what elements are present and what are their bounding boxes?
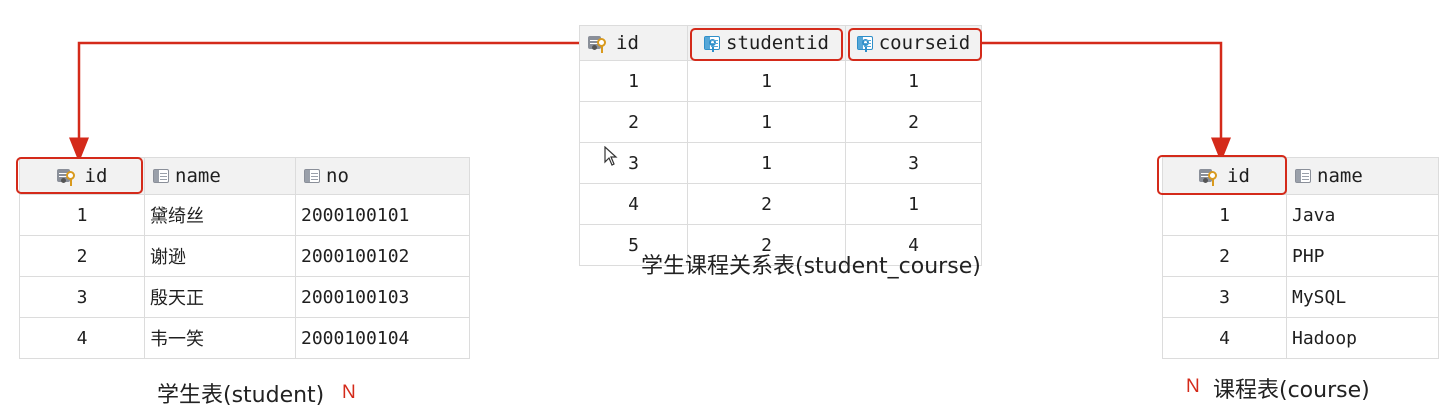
column-icon [1295, 169, 1311, 183]
table-row[interactable]: 3 殷天正 2000100103 [19, 276, 470, 318]
cell: 4 [19, 317, 145, 359]
col-header-name[interactable]: name [1286, 157, 1439, 195]
table-row[interactable]: 3 MySQL [1162, 276, 1439, 318]
cell: 2000100104 [295, 317, 470, 359]
table-row[interactable]: 421 [579, 183, 982, 225]
cell: 1 [579, 60, 688, 102]
highlight-course-id [1157, 155, 1287, 195]
cell: PHP [1286, 235, 1439, 277]
student-course-table: id studentid courseid 111 212 313 421 52… [579, 25, 982, 266]
table-row[interactable]: 1 黛绮丝 2000100101 [19, 194, 470, 236]
cell: 1 [19, 194, 145, 236]
table-row[interactable]: 4 Hadoop [1162, 317, 1439, 359]
cell: 1 [845, 183, 982, 225]
cell: 3 [1162, 276, 1287, 318]
col-header-no[interactable]: no [295, 157, 470, 195]
cell: Hadoop [1286, 317, 1439, 359]
col-header-name[interactable]: name [144, 157, 296, 195]
cell: 2 [19, 235, 145, 277]
cell: 1 [687, 142, 846, 184]
cell: 2 [579, 101, 688, 143]
table-row[interactable]: 1 Java [1162, 194, 1439, 236]
cell: 谢逊 [144, 235, 296, 277]
cell: 1 [845, 60, 982, 102]
course-cardinality: N [1186, 376, 1200, 397]
student-cardinality: N [342, 382, 356, 403]
cell: 2 [1162, 235, 1287, 277]
table-row[interactable]: 111 [579, 60, 982, 102]
student-caption: 学生表(student) [157, 383, 325, 408]
cell: 2000100102 [295, 235, 470, 277]
cell: 2000100101 [295, 194, 470, 236]
arrow-courseid-to-course-id [982, 41, 1231, 163]
cell: 殷天正 [144, 276, 296, 318]
cell: 3 [19, 276, 145, 318]
mouse-cursor-icon [604, 146, 618, 166]
cell: 4 [579, 183, 688, 225]
student-course-caption: 学生课程关系表(student_course) [641, 254, 981, 279]
cell: 1 [1162, 194, 1287, 236]
cell: 1 [687, 101, 846, 143]
column-icon [304, 169, 320, 183]
cell: MySQL [1286, 276, 1439, 318]
table-row[interactable]: 313 [579, 142, 982, 184]
table-row[interactable]: 2 谢逊 2000100102 [19, 235, 470, 277]
cell: 4 [1162, 317, 1287, 359]
table-row[interactable]: 2 PHP [1162, 235, 1439, 277]
cell: 3 [845, 142, 982, 184]
primary-key-icon [588, 35, 610, 53]
cell: 2000100103 [295, 276, 470, 318]
cell: 3 [579, 142, 688, 184]
table-row[interactable]: 4 韦一笑 2000100104 [19, 317, 470, 359]
cell: 2 [687, 183, 846, 225]
highlight-studentid [690, 28, 843, 61]
cell: 黛绮丝 [144, 194, 296, 236]
col-header-id[interactable]: id [579, 25, 688, 61]
cell: 韦一笑 [144, 317, 296, 359]
cell: 1 [687, 60, 846, 102]
column-icon [153, 169, 169, 183]
cell: 2 [845, 101, 982, 143]
highlight-courseid [848, 28, 982, 61]
highlight-student-id [16, 157, 143, 194]
table-row[interactable]: 212 [579, 101, 982, 143]
course-caption: 课程表(course) [1213, 378, 1370, 403]
cell: Java [1286, 194, 1439, 236]
